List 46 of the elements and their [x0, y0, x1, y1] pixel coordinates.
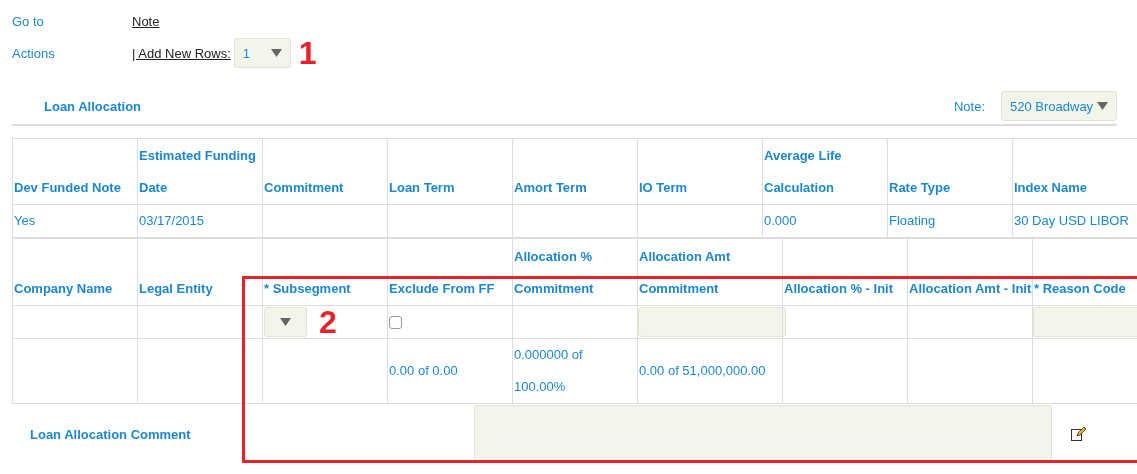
column-header: Company Name — [14, 280, 114, 298]
table-cell-text: Floating — [889, 212, 937, 230]
column-header: Index Name — [1014, 179, 1088, 197]
table-cell-text: Yes — [14, 212, 37, 230]
column-header: * Subsegment — [264, 280, 352, 298]
comment-label: Loan Allocation Comment — [30, 426, 192, 442]
column-header: Average Life Calculation — [764, 147, 843, 197]
caret-icon — [1097, 102, 1108, 110]
column-header: IO Term — [639, 179, 689, 197]
note-link[interactable]: Note — [132, 13, 160, 29]
column-header: Allocation Amt Commitment — [639, 248, 732, 298]
input-field[interactable] — [638, 307, 786, 337]
add-new-rows-link[interactable]: | Add New Rows: — [132, 45, 231, 61]
column-header: Amort Term — [514, 179, 588, 197]
comment-field[interactable] — [474, 405, 1052, 463]
table-cell-text: 0.000 — [764, 212, 798, 230]
column-header: Estimated Funding Date — [139, 147, 257, 197]
column-header: Allocation % Commitment — [514, 248, 595, 298]
caret-icon — [270, 49, 282, 57]
table-cell-text: 03/17/2015 — [139, 212, 206, 230]
goto-label: Go to — [12, 13, 45, 29]
edit-icon[interactable] — [1070, 426, 1086, 442]
exclude-checkbox[interactable] — [389, 316, 402, 330]
column-header: Loan Term — [389, 179, 456, 197]
table-cell-text: 0.000000 of 100.00% — [514, 346, 584, 396]
annotation-number: 1 — [298, 38, 317, 68]
column-header: Dev Funded Note — [14, 179, 122, 197]
column-header: Commitment — [264, 179, 345, 197]
note-label: Note: — [953, 98, 985, 114]
subsegment-dropdown[interactable] — [264, 307, 307, 337]
input-field[interactable] — [1033, 307, 1137, 337]
column-header: Rate Type — [889, 179, 952, 197]
annotation-number: 2 — [319, 307, 337, 337]
column-header: Allocation Amt - Init — [909, 280, 1031, 298]
section-title: Loan Allocation — [44, 98, 142, 114]
note-dropdown[interactable]: 520 Broadway — [1001, 91, 1117, 121]
column-header: Allocation % - Init — [784, 280, 895, 298]
table-cell-text: 0.00 of 51,000,000.00 — [639, 362, 767, 380]
caret-icon — [280, 318, 291, 326]
column-header: * Reason Code — [1034, 280, 1127, 298]
table-cell-text: 30 Day USD LIBOR — [1014, 212, 1130, 230]
rows-count-dropdown[interactable]: 1 — [233, 38, 291, 68]
table-cell-text: 0.00 of 0.00 — [389, 362, 459, 380]
column-header: Exclude From FF — [389, 280, 496, 298]
actions-label: Actions — [12, 45, 56, 61]
column-header: Legal Entity — [139, 280, 214, 298]
